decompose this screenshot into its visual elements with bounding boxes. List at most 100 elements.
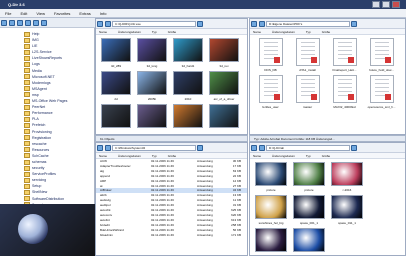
pdf-document[interactable]: ATA1_install <box>291 38 324 72</box>
thumbnail[interactable]: 2d <box>100 71 132 101</box>
pdf-icon <box>310 94 317 100</box>
thumbnail[interactable] <box>172 104 204 134</box>
file-table: ACW 02.11.2006 11:46 Anwendung 30 KB Adapter… <box>96 159 247 238</box>
thumbnail[interactable]: 3d_289 <box>100 38 132 68</box>
pane-toolbar: C:\Q-DIR\Q-Dir.exe <box>96 19 247 29</box>
document-label: MAXI2_4000bkd <box>333 105 356 109</box>
thumbnail[interactable]: 2005b <box>136 71 168 101</box>
thumbnail[interactable]: starwars_001_2016 <box>254 228 288 255</box>
search-icon[interactable] <box>41 20 47 26</box>
thumbnail[interactable]: sunshines_hol_big <box>254 195 288 225</box>
thumbnail-label: 3d_289 <box>110 64 121 68</box>
view-icon[interactable] <box>351 21 357 27</box>
thumbnail[interactable]: Superman Original <box>292 228 326 255</box>
folder-icon[interactable] <box>259 145 265 151</box>
thumbnail-label <box>208 130 240 134</box>
minimize-button[interactable] <box>372 1 380 8</box>
menu-edit[interactable]: Edit <box>20 11 27 16</box>
thumbnail-label: space_001_1 <box>299 221 319 225</box>
menu-favorites[interactable]: Favorites <box>54 11 70 16</box>
view-icon[interactable] <box>351 145 357 151</box>
address-bar[interactable]: C:\Q-DIR\Q-Dir.exe <box>112 21 196 27</box>
thumbnail-label: 3d_hard1 <box>181 64 195 68</box>
thumbnail[interactable]: picture <box>254 162 288 192</box>
thumbnail[interactable]: space_011_1 <box>330 195 364 225</box>
back-icon[interactable] <box>1 20 7 26</box>
thumbnail-image <box>255 162 287 186</box>
pdf-icon <box>347 94 354 100</box>
folder-icon[interactable] <box>105 145 111 151</box>
thumbnail[interactable]: space_001_1 <box>292 195 326 225</box>
folder-icon[interactable] <box>259 21 265 27</box>
menu-file[interactable]: File <box>5 11 11 16</box>
document-label: opensource_sml_h... <box>367 105 396 109</box>
table-row[interactable]: bitsadmin 02.11.2006 11:46 Anwendung 171 KB <box>96 233 247 238</box>
pane-bottom-right[interactable]: D:\Q-Dir\ali Name Änderungsdatum Typ Größe … <box>249 142 406 256</box>
pane-bottom-left[interactable]: C:\Windows\System32 Name Änderungsdatum Ty… <box>95 142 248 256</box>
file-size: 171 KB <box>231 232 241 237</box>
col-date[interactable]: Änderungsdatum <box>118 153 141 159</box>
address-bar[interactable]: D:\Q-Dir\ali <box>266 145 350 151</box>
thumbnail[interactable]: 3d_hard1 <box>172 38 204 68</box>
pdf-document[interactable]: DOS_DB <box>254 38 287 72</box>
thumbnail-image <box>137 38 167 62</box>
thumbnail[interactable] <box>136 104 168 134</box>
pdf-document[interactable]: master <box>291 75 324 109</box>
document-label: fertiles_user <box>262 105 279 109</box>
close-button[interactable] <box>392 1 400 8</box>
folder-icon[interactable] <box>105 21 111 27</box>
up-icon[interactable] <box>17 20 23 26</box>
thumbnail[interactable]: 3d_rex <box>208 38 240 68</box>
pdf-icon <box>384 57 391 63</box>
thumbnail-image <box>209 38 239 62</box>
pdf-document[interactable]: opensource_sml_h... <box>365 75 398 109</box>
back-icon[interactable] <box>251 21 257 27</box>
pdf-thumbnail <box>369 38 394 66</box>
address-bar[interactable]: D:\Eigene Dateien\PDF's <box>266 21 350 27</box>
pane-top-right[interactable]: D:\Eigene Dateien\PDF's Name Änderungsdat… <box>249 18 406 135</box>
back-icon[interactable] <box>251 145 257 151</box>
thumbnail[interactable]: 2010 <box>172 71 204 101</box>
address-bar[interactable]: C:\Windows\System32 <box>112 145 196 151</box>
thumbnail-image <box>255 228 287 252</box>
folder-tree[interactable]: Help IMG LIE L2S-Service LiveShowsReports Log… <box>0 28 95 204</box>
menu-info[interactable]: Info <box>100 11 107 16</box>
thumbnail[interactable]: r-2016 <box>330 162 364 192</box>
pdf-document[interactable]: fertiles_user <box>254 75 287 109</box>
pdf-thumbnail <box>295 38 320 66</box>
thumbnail-label <box>136 130 168 134</box>
thumbnail-image <box>293 228 325 252</box>
view-icon[interactable] <box>33 20 39 26</box>
pane-toolbar: C:\Windows\System32 <box>96 143 247 153</box>
back-icon[interactable] <box>97 21 103 27</box>
pdf-thumbnail <box>332 75 357 103</box>
thumbnail[interactable] <box>208 104 240 134</box>
thumbnail-image <box>255 195 287 219</box>
view-icon[interactable] <box>197 21 203 27</box>
thumbnail-image <box>293 162 325 186</box>
document-label: master <box>302 105 313 109</box>
pane-toolbar: D:\Q-Dir\ali <box>250 143 405 153</box>
folder-icon[interactable] <box>25 20 31 26</box>
back-icon[interactable] <box>97 145 103 151</box>
menu-extras[interactable]: Extras <box>79 11 90 16</box>
pdf-document[interactable]: future_hold_dow... <box>365 38 398 72</box>
document-label: future_hold_dow... <box>369 68 394 72</box>
thumbnail[interactable]: arc_of_a_driver <box>208 71 240 101</box>
thumbnail[interactable]: 3d_long <box>136 38 168 68</box>
pane-top-left[interactable]: C:\Q-DIR\Q-Dir.exe Name Änderungsdatum Typ… <box>95 18 248 135</box>
thumbnail[interactable] <box>100 104 132 134</box>
forward-icon[interactable] <box>9 20 15 26</box>
thumbnail-image <box>331 162 363 186</box>
thumbnail[interactable]: picture <box>292 162 326 192</box>
file-name: bitsadmin <box>100 232 113 237</box>
pdf-icon <box>347 57 354 63</box>
thumbnail-label: space_011_1 <box>338 221 356 225</box>
pdf-document[interactable]: Finalreport_Hett... <box>328 38 361 72</box>
menu-view[interactable]: View <box>36 11 45 16</box>
thumbnail-image <box>101 38 131 62</box>
pdf-icon <box>273 57 280 63</box>
maximize-button[interactable] <box>382 1 390 8</box>
view-icon[interactable] <box>197 145 203 151</box>
pdf-document[interactable]: MAXI2_4000bkd <box>328 75 361 109</box>
